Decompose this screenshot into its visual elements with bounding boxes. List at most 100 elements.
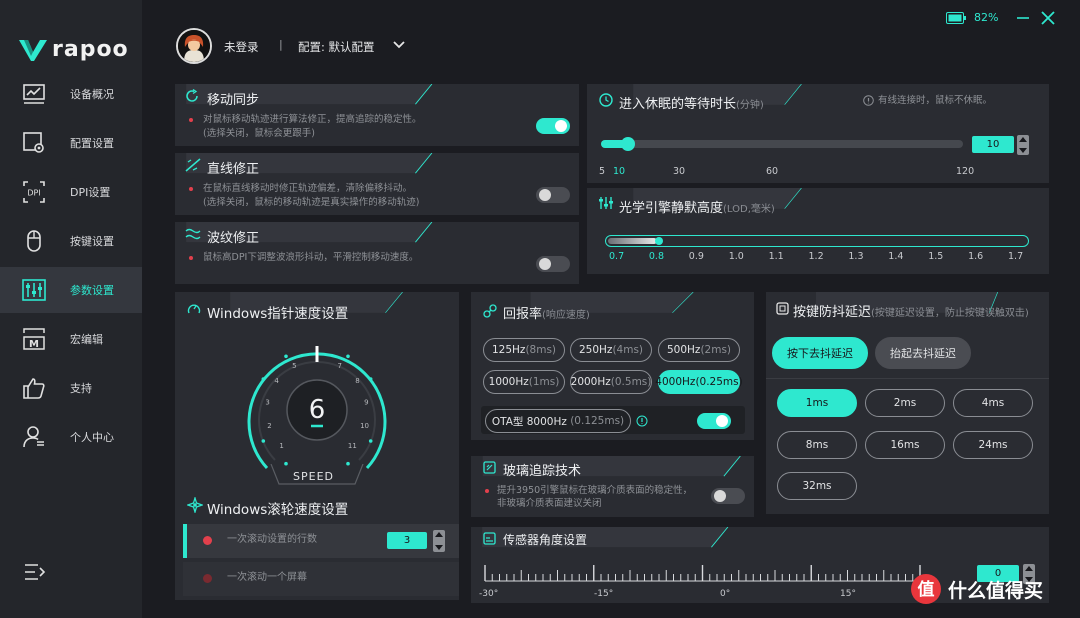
rapoo-logo-icon [19, 39, 47, 61]
line-fix-toggle[interactable] [536, 187, 570, 203]
gauge-dot [261, 377, 266, 381]
angle-tick: 15° [840, 589, 856, 599]
selection-indicator [183, 524, 187, 558]
glass-title: 玻璃追踪技术 [503, 464, 582, 479]
sleep-stepper[interactable] [1017, 135, 1029, 155]
login-status[interactable]: 未登录 [224, 39, 259, 55]
sleep-value-box[interactable]: 10 [972, 136, 1014, 153]
separator: | [279, 38, 283, 51]
line-fix-title: 直线修正 [207, 162, 260, 177]
chevron-up-icon[interactable] [435, 532, 443, 537]
pointer-speed-panel: Windows指针速度设置 1 2 3 4 5 7 8 9 10 11 6 SPEED Windo… [175, 292, 459, 600]
lod-slider-track[interactable] [605, 235, 1029, 247]
sleep-tick: 60 [766, 166, 779, 177]
sleep-tick: 120 [956, 166, 975, 177]
debounce-32ms-button[interactable]: 32ms [777, 472, 857, 500]
toggle-knob [539, 189, 551, 201]
scroll-lines-value[interactable]: 3 [387, 532, 427, 549]
chevron-down-icon[interactable] [435, 545, 443, 550]
debounce-16ms-button[interactable]: 16ms [865, 431, 945, 459]
rate-1000hz-button[interactable]: 1000Hz (1ms) [483, 370, 565, 394]
ota-8000hz-button[interactable]: OTA型 8000Hz (0.125ms) [485, 409, 631, 433]
rate-4000hz-button[interactable]: 4000Hz (0.25ms) [655, 370, 743, 394]
sleep-tick: 10 [613, 166, 626, 177]
sidebar-item-profile[interactable]: 个人中心 [0, 414, 142, 460]
release-debounce-tab[interactable]: 抬起去抖延迟 [875, 337, 971, 369]
radio-dot[interactable] [203, 574, 212, 583]
move-sync-toggle[interactable] [536, 118, 570, 134]
glass-desc: 提升3950引擎鼠标在玻璃介质表面的稳定性， [497, 485, 693, 496]
debounce-sub: (按键延迟设置，防止按键误触双击) [871, 308, 1029, 319]
chevron-down-icon[interactable] [392, 38, 406, 52]
clock-icon [599, 93, 613, 107]
rate-label: 4000Hz [655, 376, 696, 388]
battery-icon [946, 12, 966, 24]
lod-tick: 1.1 [768, 251, 784, 262]
radio-dot[interactable] [203, 536, 212, 545]
sleep-slider-track[interactable] [601, 140, 963, 148]
profile-selector[interactable]: 配置: 默认配置 [298, 39, 375, 55]
scroll-option-screen[interactable]: 一次滚动一个屏幕 [183, 562, 459, 596]
glass-toggle[interactable] [711, 488, 745, 504]
rate-250hz-button[interactable]: 250Hz (4ms) [570, 338, 652, 362]
debounce-4ms-button[interactable]: 4ms [953, 389, 1033, 417]
rate-label: 500Hz [666, 344, 701, 356]
speedometer-icon [187, 304, 201, 314]
chevron-down-icon[interactable] [1019, 148, 1027, 153]
press-debounce-tab[interactable]: 按下去抖延迟 [772, 337, 868, 369]
bullet [189, 256, 193, 260]
rate-sub: (8ms) [525, 344, 557, 356]
debounce-2ms-button[interactable]: 2ms [865, 389, 945, 417]
move-sync-note: (选择关闭，鼠标会更跟手) [203, 128, 315, 139]
minimize-icon[interactable] [1016, 11, 1030, 25]
sidebar-item-dpi[interactable]: DPI DPI设置 [0, 169, 142, 215]
polling-sub: (响应速度) [542, 310, 590, 321]
sidebar-item-config[interactable]: 配置设置 [0, 120, 142, 166]
lod-panel: 光学引擎静默高度(LOD,毫米) 0.7 0.8 0.9 1.0 1.1 1.2 1.3 1.… [587, 188, 1049, 274]
debounce-8ms-button[interactable]: 8ms [777, 431, 857, 459]
app-window: rapoo 设备概况 配置设置 DPI DPI设置 按键设置 参数设置 M 宏编… [0, 0, 1080, 618]
bullet [189, 118, 193, 122]
chevron-up-icon[interactable] [1019, 137, 1027, 142]
angle-ruler[interactable] [483, 563, 923, 585]
sidebar-item-label: 设备概况 [70, 88, 114, 101]
lod-tick: 0.9 [688, 251, 704, 262]
sidebar-item-support[interactable]: 支持 [0, 365, 142, 411]
rate-sub: (0.5ms) [610, 376, 652, 388]
sidebar-item-overview[interactable]: 设备概况 [0, 71, 142, 117]
sidebar-item-params[interactable]: 参数设置 [0, 267, 142, 313]
debounce-24ms-button[interactable]: 24ms [953, 431, 1033, 459]
lod-title-text: 光学引擎静默高度 [619, 201, 724, 216]
avatar[interactable] [176, 28, 212, 64]
toggle-knob [555, 120, 567, 132]
close-icon[interactable] [1040, 10, 1056, 26]
brand-name: rapoo [52, 37, 129, 62]
sidebar-item-keys[interactable]: 按键设置 [0, 218, 142, 264]
ripple-fix-toggle[interactable] [536, 256, 570, 272]
sleep-slider-knob[interactable] [621, 137, 636, 151]
rate-125hz-button[interactable]: 125Hz (8ms) [483, 338, 565, 362]
user-icon [23, 426, 44, 448]
info-icon[interactable] [636, 415, 648, 427]
rate-label: 1000Hz [488, 376, 529, 388]
svg-text:M: M [29, 339, 39, 350]
ota-sub: (0.125ms) [570, 415, 625, 427]
collapse-menu-icon[interactable] [24, 563, 46, 581]
mouse-icon [27, 230, 41, 252]
ota-toggle[interactable] [697, 413, 731, 429]
lod-slider-knob[interactable] [654, 237, 663, 245]
gauge-number: 10 [360, 422, 369, 430]
lod-tick: 1.0 [728, 251, 744, 262]
dpi-icon: DPI [23, 181, 45, 203]
watermark-logo-icon: 值 [911, 574, 941, 604]
scroll-option-lines[interactable]: 一次滚动设置的行数 3 [183, 524, 459, 558]
sidebar-item-macro[interactable]: M 宏编辑 [0, 316, 142, 362]
chevron-up-icon[interactable] [1025, 566, 1033, 571]
gauge-number: 5 [292, 362, 296, 370]
gauge-number: 8 [355, 377, 359, 385]
debounce-1ms-button[interactable]: 1ms [777, 389, 857, 417]
rate-500hz-button[interactable]: 500Hz (2ms) [658, 338, 740, 362]
scroll-lines-stepper[interactable] [433, 530, 445, 552]
lod-tick: 1.3 [848, 251, 864, 262]
rate-2000hz-button[interactable]: 2000Hz (0.5ms) [570, 370, 652, 394]
